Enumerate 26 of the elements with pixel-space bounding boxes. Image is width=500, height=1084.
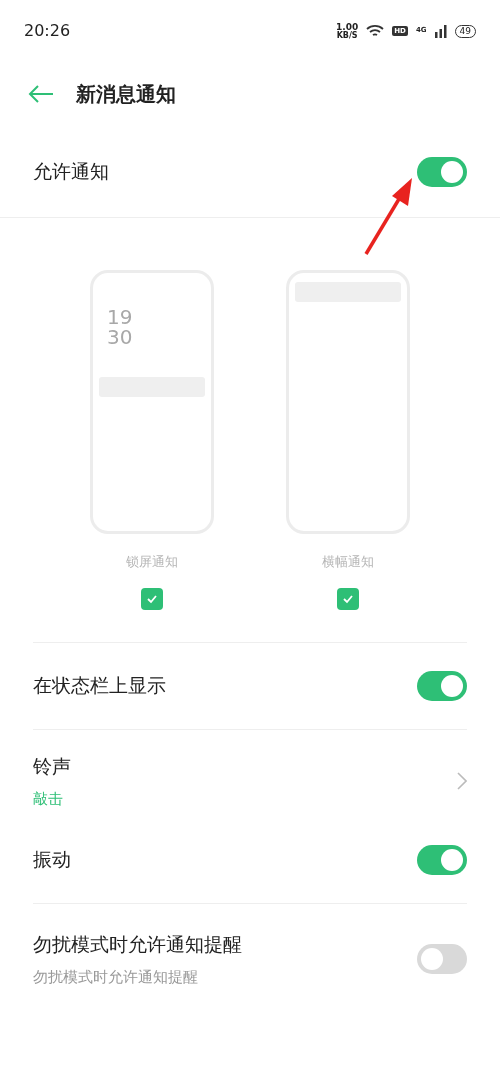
clock-hour: 19 [107,307,134,327]
setting-label: 勿扰模式时允许通知提醒 [33,931,242,957]
style-label: 横幅通知 [322,553,374,571]
network-speed: 1.00 [336,22,359,32]
page-title: 新消息通知 [76,81,176,108]
setting-label: 振动 [33,847,71,873]
back-arrow-icon[interactable] [28,85,54,103]
checkbox[interactable] [141,587,163,610]
toggle-switch[interactable] [417,670,467,701]
style-label: 锁屏通知 [126,553,178,571]
setting-label: 铃声 [33,753,71,779]
clock-minute: 30 [107,327,134,347]
speed-unit: KB/S [336,31,358,40]
setting-label: 允许通知 [33,159,109,185]
wifi-icon [366,24,385,38]
setting-label: 在状态栏上显示 [33,673,166,699]
setting-description: 勿扰模式时允许通知提醒 [33,967,199,988]
annotation-arrow-icon [362,176,414,256]
toggle-switch[interactable] [417,156,467,187]
toggle-switch[interactable] [417,844,467,875]
toggle-switch[interactable] [417,944,467,974]
checkbox[interactable] [337,587,359,610]
signal-icon [434,24,447,38]
clock: 20:26 [24,20,71,42]
chevron-right-icon[interactable] [457,772,467,790]
setting-value: 敲击 [33,789,64,810]
